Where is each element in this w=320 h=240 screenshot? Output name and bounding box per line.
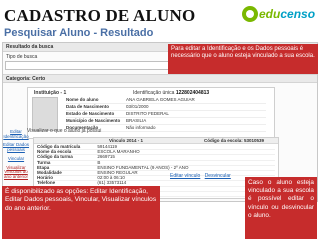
unlink-student-link[interactable]: Desvincular [205,173,231,179]
info-key: Município de Nascimento [66,117,126,125]
institution-label: Instituição - 1 [34,90,67,96]
info-value: BRASILIA [126,117,266,125]
slide: CADASTRO DE ALUNO educenso Pesquisar Alu… [0,0,320,240]
student-photo [32,97,58,131]
educacenso-logo: educenso [242,4,318,24]
school-code: Código da escola: 53010539 [204,138,265,143]
help-text: Visualizar o que o aluno já possui [27,128,102,134]
student-id-value: 122802404813 [175,90,210,96]
logo-text: educenso [259,7,315,21]
search-type-label: Tipo de busca [6,54,38,60]
page-title: CADASTRO DE ALUNO [4,6,196,25]
info-value: Não informado [126,124,266,132]
search-type-field[interactable] [5,61,173,70]
info-key: Estado de Nascimento [66,110,126,118]
table-row: Estado de Nascimento DISTRITO FEDERAL [66,110,266,118]
callout-edit-requirement: Para editar a Identificação e os Dados p… [168,44,318,74]
link-student-link[interactable]: Vincular [3,156,29,162]
student-info-table: Nome do aluno ANA GABRIELA GOMES AGUIAR D… [66,97,266,132]
info-value: DISTRITO FEDERAL [126,110,266,118]
student-id-line: Identificação única 122802404813 [133,90,209,96]
info-key: Data de Nascimento [66,103,126,111]
edit-enrollment-link[interactable]: Editar vínculo [170,173,200,179]
table-row: Município de Nascimento BRASILIA [66,117,266,125]
table-row: Data de Nascimento 03/01/2000 [66,103,266,111]
info-value: 03/01/2000 [126,103,266,111]
edit-identification-link[interactable]: Editar Identificação [3,129,29,139]
logo-text-part1: edu [259,7,281,21]
view-previous-links-link[interactable]: Visualizar Vínculos do ano anterior [3,165,29,180]
edit-personal-data-link[interactable]: Editar Dados pessoais [3,142,29,152]
student-id-label: Identificação única [133,90,175,96]
category-bar: Categoria: Certo [3,74,317,83]
enrollment-actions: Editar vínculo Desvincular [170,173,234,179]
logo-text-part2: censo [280,7,316,21]
action-sidebar: Editar Identificação Editar Dados pessoa… [3,129,29,184]
page-subtitle: Pesquisar Aluno - Resultado [4,27,154,39]
callout-edit-unlink: Caso o aluno esteja vinculado a sua esco… [245,177,317,239]
logo-mark-icon [242,6,258,22]
callout-options: É disponibilizado as opções: Editar Iden… [2,186,160,239]
